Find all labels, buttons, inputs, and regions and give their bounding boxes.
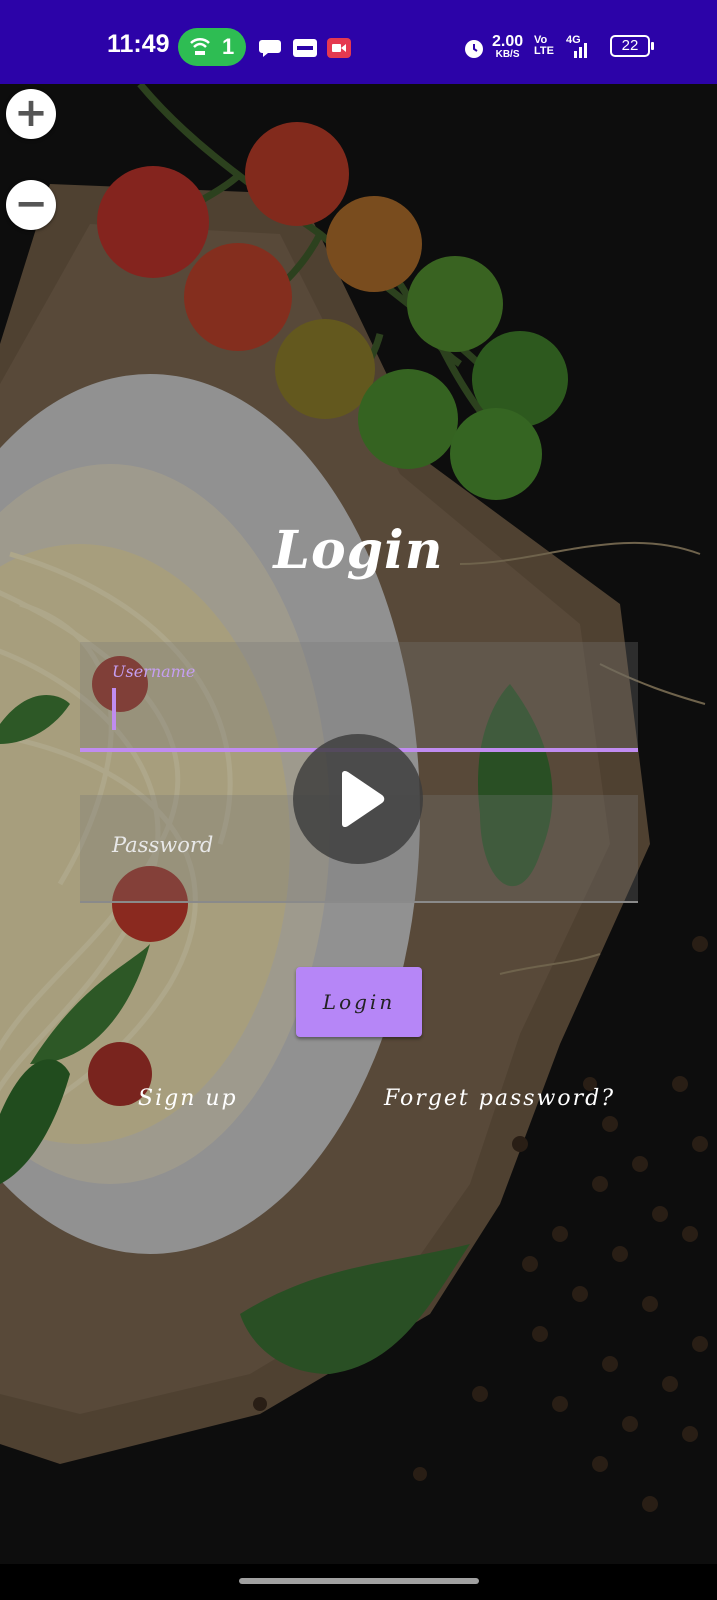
volte-bottom: LTE	[534, 45, 554, 57]
chat-notification-icon	[259, 40, 281, 57]
login-button[interactable]: Login	[296, 967, 422, 1037]
video-call-notification-icon	[327, 38, 351, 58]
status-time: 11:49	[107, 30, 170, 58]
alarm-icon	[465, 40, 483, 58]
text-cursor	[112, 688, 116, 730]
play-icon	[342, 770, 385, 828]
password-label: Password	[112, 833, 214, 857]
volte-indicator: Vo LTE	[534, 35, 554, 57]
status-bar: 11:49 1 2.00 KB/S Vo LTE 4G 22	[0, 0, 717, 84]
forgot-password-link[interactable]: Forget password?	[384, 1086, 615, 1111]
ongoing-call-pill[interactable]: 1	[178, 28, 246, 66]
zoom-out-button[interactable]: −	[6, 180, 56, 230]
network-speed-value: 2.00	[492, 33, 524, 50]
call-count: 1	[222, 34, 235, 59]
play-button[interactable]	[293, 734, 423, 864]
signal-strength-icon	[574, 43, 587, 58]
paytm-notification-icon	[293, 39, 317, 57]
signup-link[interactable]: Sign up	[138, 1086, 238, 1111]
navigation-bar	[0, 1564, 717, 1600]
battery-indicator: 22	[610, 35, 654, 57]
home-gesture-handle[interactable]	[239, 1578, 479, 1584]
network-speed-unit: KB/S	[495, 49, 520, 60]
login-title: Login	[273, 520, 444, 581]
hotspot-icon	[190, 38, 210, 55]
network-speed: 2.00 KB/S	[492, 34, 523, 60]
username-label: Username	[112, 662, 196, 681]
zoom-in-button[interactable]: +	[6, 89, 56, 139]
